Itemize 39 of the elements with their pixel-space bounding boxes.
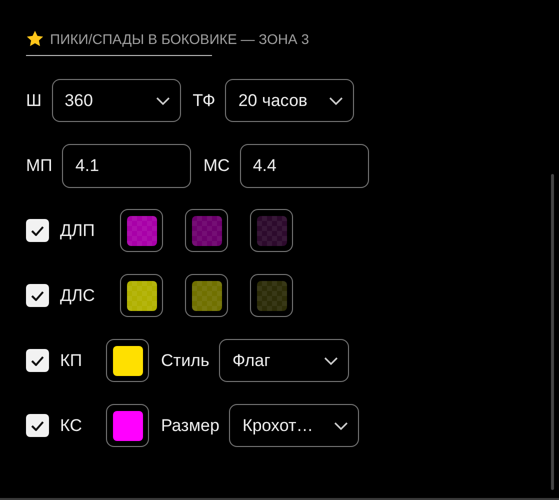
input-field[interactable]: 4.4 <box>240 144 369 188</box>
field-label: ТФ <box>192 90 216 110</box>
dropdown[interactable]: Флаг <box>219 339 350 382</box>
chevron-down-icon <box>334 422 348 430</box>
color-swatch[interactable] <box>106 404 149 447</box>
checkbox[interactable] <box>26 349 49 372</box>
color-swatch[interactable] <box>120 274 163 317</box>
chevron-down-icon <box>329 96 344 104</box>
checkbox-label: КП <box>60 350 84 370</box>
color-swatch[interactable] <box>106 339 149 382</box>
dropdown[interactable]: 360 <box>52 79 181 122</box>
color-swatch[interactable] <box>185 209 228 252</box>
checkbox-label: ДЛП <box>60 220 96 240</box>
chevron-down-icon <box>324 356 338 364</box>
star-icon <box>26 30 44 47</box>
checkmark-icon <box>31 290 44 300</box>
checkbox[interactable] <box>26 284 49 307</box>
input-field[interactable]: 4.1 <box>62 144 192 188</box>
chevron-down-icon <box>156 96 170 104</box>
option-label: Стиль <box>161 350 210 370</box>
checkbox[interactable] <box>26 414 49 437</box>
color-swatch[interactable] <box>185 274 228 317</box>
color-swatch[interactable] <box>120 209 163 252</box>
field-label: МП <box>26 156 52 176</box>
field-label: Ш <box>26 90 42 110</box>
checkmark-icon <box>31 226 44 236</box>
checkmark-icon <box>31 420 44 430</box>
scrollbar[interactable] <box>551 174 554 490</box>
checkmark-icon <box>31 356 44 366</box>
option-label: Размер <box>161 416 220 436</box>
dropdown[interactable]: 20 часов <box>225 79 354 122</box>
color-swatch[interactable] <box>250 209 293 252</box>
field-label: МС <box>203 156 230 176</box>
checkbox-label: ДЛС <box>60 286 96 306</box>
section-title: ПИКИ/СПАДЫ В БОКОВИКЕ — ЗОНА 3 <box>50 30 309 46</box>
dropdown[interactable]: Крохот… <box>229 404 360 447</box>
checkbox[interactable] <box>26 219 49 242</box>
checkbox-label: КС <box>60 416 83 436</box>
color-swatch[interactable] <box>250 274 293 317</box>
